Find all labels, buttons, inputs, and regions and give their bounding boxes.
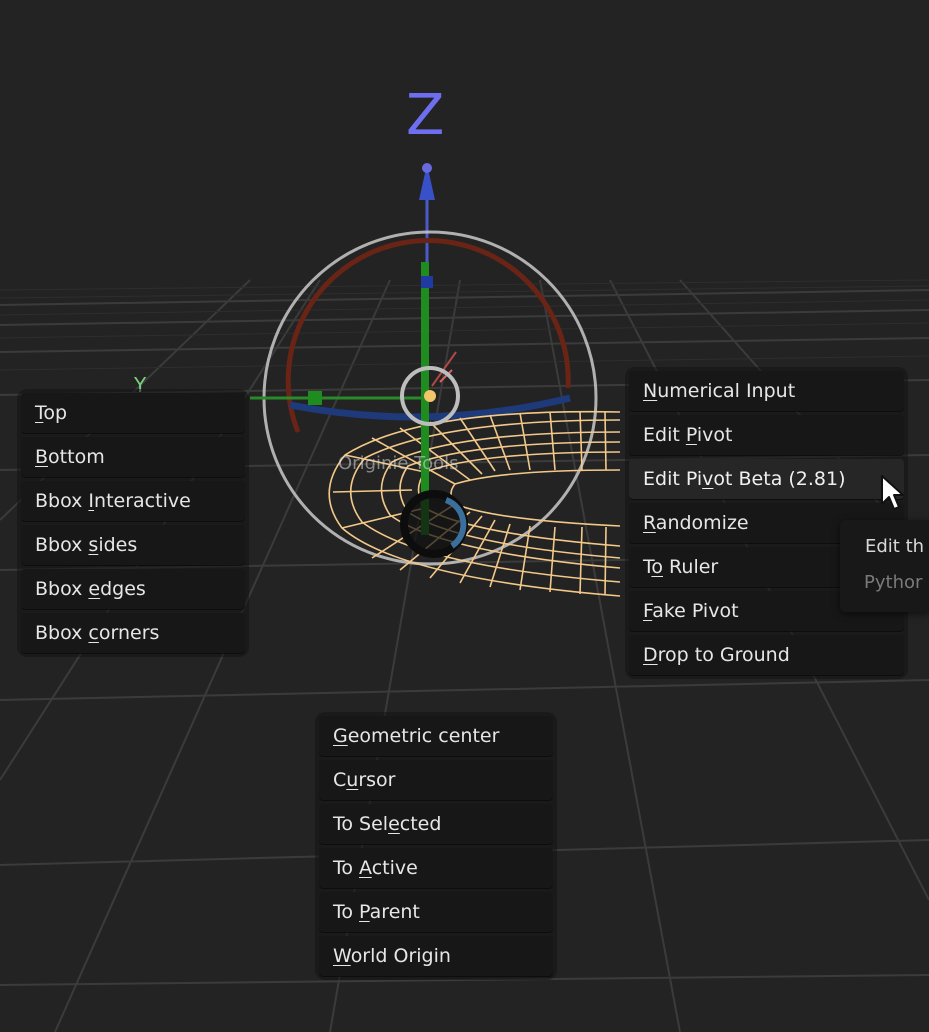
item-label-pre: To xyxy=(333,857,360,879)
mnemonic: e xyxy=(388,813,400,835)
menu-item-world-origin[interactable]: World Origin xyxy=(319,936,553,976)
mnemonic: N xyxy=(643,380,658,402)
menu-item-to-selected[interactable]: To Selected xyxy=(319,804,553,844)
mnemonic: F xyxy=(643,600,653,622)
menu-item-bbox-edges[interactable]: Bbox edges xyxy=(21,569,245,609)
item-label-rest: orld Origin xyxy=(350,945,451,967)
mnemonic: B xyxy=(35,446,49,468)
item-label-rest: eometric center xyxy=(347,725,500,747)
mnemonic: P xyxy=(685,424,697,446)
tooltip-title: Edit th xyxy=(865,536,925,557)
mnemonic: e xyxy=(88,578,101,600)
bottom-menu-group: Geometric center Cursor To Selected To A… xyxy=(315,712,557,980)
item-label-rest: arent xyxy=(369,901,420,923)
mnemonic: u xyxy=(346,769,359,791)
y-axis-handle[interactable] xyxy=(308,391,322,405)
pie-menu-title: Originie Tools xyxy=(338,453,459,474)
mnemonic: G xyxy=(333,725,348,747)
item-label-pre: To Sel xyxy=(333,813,389,835)
mnemonic: R xyxy=(643,512,656,534)
item-label-pre: C xyxy=(333,769,347,791)
item-label-rest: ottom xyxy=(48,446,105,468)
menu-item-cursor[interactable]: Cursor xyxy=(319,760,553,800)
blue-z-handle[interactable] xyxy=(421,276,433,288)
mnemonic: s xyxy=(88,534,99,556)
item-label-rest: dges xyxy=(100,578,146,600)
item-label-rest: rop to Ground xyxy=(657,644,790,666)
item-label-rest: rsor xyxy=(358,769,396,791)
pivot-center[interactable] xyxy=(424,390,436,402)
item-label-pre: Bbox xyxy=(35,578,89,600)
mnemonic: o xyxy=(651,556,664,578)
torus-wireframe xyxy=(328,410,621,597)
item-label-rest: ctive xyxy=(371,857,418,879)
menu-item-numerical-input[interactable]: Numerical Input xyxy=(629,371,904,411)
mnemonic: A xyxy=(359,857,372,879)
menu-item-bottom[interactable]: Bottom xyxy=(21,437,245,477)
item-label-rest: op xyxy=(43,402,68,424)
menu-item-bbox-corners[interactable]: Bbox corners xyxy=(21,613,245,653)
tooltip: Edit th Pythor xyxy=(840,520,929,612)
item-label-rest: ivot xyxy=(696,424,733,446)
item-label-pre: Bbox xyxy=(35,490,89,512)
mouse-cursor-icon xyxy=(881,475,904,510)
mnemonic: P xyxy=(359,901,370,923)
menu-item-edit-pivot-beta[interactable]: Edit Pivot Beta (2.81) xyxy=(629,459,904,499)
menu-item-geometric-center[interactable]: Geometric center xyxy=(319,716,553,756)
item-label-pre: Edit Pi xyxy=(643,468,703,490)
item-label-pre: To xyxy=(333,901,360,923)
item-label-rest: Ruler xyxy=(663,556,719,578)
mnemonic: v xyxy=(702,468,714,490)
item-label-rest: nteractive xyxy=(94,490,191,512)
menu-item-to-active[interactable]: To Active xyxy=(319,848,553,888)
mnemonic: c xyxy=(88,622,99,644)
left-menu-group: Top Bottom Bbox Interactive Bbox sides B… xyxy=(17,389,249,657)
z-axis-label: Z xyxy=(406,83,444,148)
floor-grid-fine xyxy=(0,279,929,371)
item-label-pre: Bbox xyxy=(35,534,89,556)
menu-item-top[interactable]: Top xyxy=(21,393,245,433)
item-label-pre: Edit xyxy=(643,424,686,446)
item-label-rest: orners xyxy=(98,622,160,644)
item-label-pre: Bbox xyxy=(35,622,89,644)
item-label-rest: ides xyxy=(98,534,138,556)
menu-item-edit-pivot[interactable]: Edit Pivot xyxy=(629,415,904,455)
z-axis-handle[interactable] xyxy=(422,163,432,173)
item-label-rest: cted xyxy=(399,813,442,835)
item-label-rest: umerical Input xyxy=(657,380,796,402)
menu-item-to-parent[interactable]: To Parent xyxy=(319,892,553,932)
menu-item-bbox-sides[interactable]: Bbox sides xyxy=(21,525,245,565)
item-label-rest: andomize xyxy=(655,512,749,534)
item-label-rest: ot Beta (2.81) xyxy=(713,468,846,490)
menu-item-drop-to-ground[interactable]: Drop to Ground xyxy=(629,635,904,675)
menu-item-bbox-interactive[interactable]: Bbox Interactive xyxy=(21,481,245,521)
item-label-rest: ake Pivot xyxy=(652,600,739,622)
tooltip-python: Pythor xyxy=(864,572,923,593)
mnemonic: W xyxy=(333,945,351,967)
mnemonic: D xyxy=(643,644,658,666)
